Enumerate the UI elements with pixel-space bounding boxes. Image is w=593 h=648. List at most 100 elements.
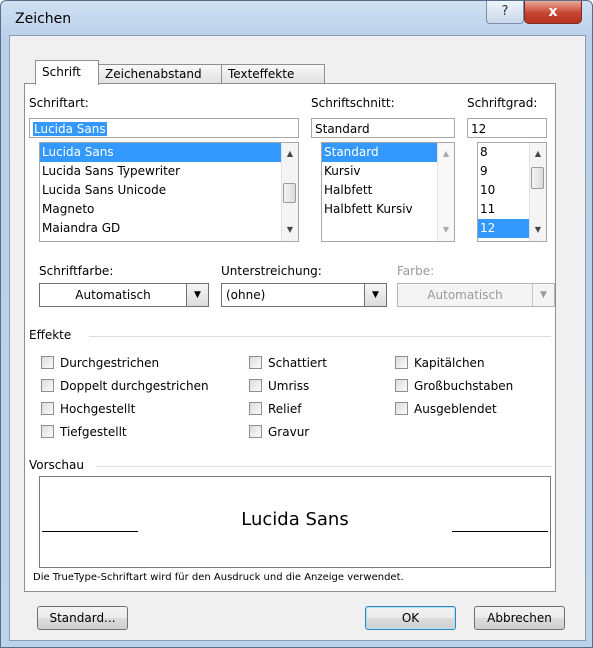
checkbox-gravur[interactable]: Gravur [249,424,309,440]
preview-text: Lucida Sans [241,509,349,530]
underline-color-select[interactable]: Automatisch ▼ [397,283,555,307]
preview-note: Die TrueType-Schriftart wird für den Aus… [33,572,404,583]
font-list-item[interactable]: Lucida Sans [40,143,298,162]
style-list-item[interactable]: Kursiv [322,162,454,181]
checkbox-schattiert[interactable]: Schattiert [249,355,327,371]
font-input-value: Lucida Sans [33,122,107,136]
style-list-item[interactable]: Halbfett Kursiv [322,200,454,219]
underline-color-label: Farbe: [397,264,435,278]
tab-zeichenabstand[interactable]: Zeichenabstand [98,64,222,84]
font-list-item[interactable]: Lucida Sans Typewriter [40,162,298,181]
help-icon: ? [501,4,509,19]
checkbox-icon [395,379,408,392]
underline-label: Unterstreichung: [221,264,322,278]
style-input[interactable]: Standard [311,118,455,138]
window-title: Zeichen [15,11,72,27]
scroll-thumb[interactable] [283,183,296,203]
cancel-button[interactable]: Abbrechen [474,606,565,630]
checkbox-label: Doppelt durchgestrichen [60,379,209,393]
preview-baseline-right [452,531,548,532]
style-list-item[interactable]: Halbfett [322,181,454,200]
checkbox-icon [395,402,408,415]
tab-panel-schrift: Schriftart: Lucida Sans Lucida Sans Lucid… [24,83,556,592]
checkbox-label: Tiefgestellt [60,425,127,439]
cancel-button-label: Abbrechen [487,611,552,625]
checkbox-icon [395,356,408,369]
effects-label: Effekte [29,328,72,342]
font-list[interactable]: Lucida Sans Lucida Sans Typewriter Lucida … [39,142,299,242]
checkbox-icon [41,356,54,369]
checkbox-label: Schattiert [268,356,327,370]
font-color-label: Schriftfarbe: [39,264,114,278]
checkbox-kapitaelchen[interactable]: Kapitälchen [395,355,485,371]
underline-color-value: Automatisch [427,288,503,302]
close-icon: x [548,4,558,20]
tab-label: Texteffekte [228,67,295,81]
checkbox-label: Umriss [268,379,310,393]
font-list-scrollbar[interactable]: ▲ ▼ [281,143,298,241]
font-list-item[interactable]: Magneto [40,200,298,219]
ok-button-label: OK [401,611,420,625]
checkbox-label: Ausgeblendet [414,402,497,416]
checkbox-label: Relief [268,402,302,416]
checkbox-ausgeblendet[interactable]: Ausgeblendet [395,401,497,417]
checkbox-umriss[interactable]: Umriss [249,378,309,394]
checkbox-doppelt-durchgestrichen[interactable]: Doppelt durchgestrichen [41,378,209,394]
checkbox-hochgestellt[interactable]: Hochgestellt [41,401,135,417]
checkbox-icon [41,402,54,415]
tab-schrift[interactable]: Schrift [35,60,99,85]
scroll-down-icon[interactable]: ▼ [282,222,298,238]
preview-baseline-left [42,531,138,532]
checkbox-grossbuchstaben[interactable]: Großbuchstaben [395,378,513,394]
checkbox-label: Gravur [268,425,310,439]
font-list-item[interactable]: Maiandra GD [40,219,298,238]
chevron-down-icon[interactable]: ▼ [532,284,554,306]
preview-label: Vorschau [29,458,84,472]
size-input-value: 12 [471,122,487,136]
group-divider [97,466,551,467]
font-list-item[interactable]: Lucida Sans Unicode [40,181,298,200]
font-color-select[interactable]: Automatisch ▼ [39,283,209,307]
size-label: Schriftgrad: [467,96,538,110]
scroll-down-icon[interactable]: ▼ [530,222,546,238]
dialog-window: Zeichen ? x Schrift Zeichenabstand Texte… [0,0,593,648]
checkbox-label: Kapitälchen [414,356,485,370]
checkbox-durchgestrichen[interactable]: Durchgestrichen [41,355,159,371]
close-button[interactable]: x [524,1,582,24]
scroll-up-icon[interactable]: ▲ [438,146,454,162]
tab-label: Schrift [42,65,81,79]
checkbox-icon [249,379,262,392]
checkbox-icon [249,425,262,438]
underline-select[interactable]: (ohne) ▼ [221,283,387,307]
tab-texteffekte[interactable]: Texteffekte [221,64,325,84]
scroll-up-icon[interactable]: ▲ [530,146,546,162]
scroll-down-icon[interactable]: ▼ [438,222,454,238]
checkbox-tiefgestellt[interactable]: Tiefgestellt [41,424,127,440]
scroll-thumb[interactable] [531,167,544,189]
chevron-down-icon[interactable]: ▼ [364,284,386,306]
font-input[interactable]: Lucida Sans [29,118,299,138]
underline-value: (ohne) [226,288,266,302]
checkbox-label: Durchgestrichen [60,356,160,370]
chevron-down-icon[interactable]: ▼ [186,284,208,306]
scroll-up-icon[interactable]: ▲ [282,146,298,162]
size-input[interactable]: 12 [467,118,547,138]
style-list[interactable]: Standard Kursiv Halbfett Halbfett Kursiv ▲ … [321,142,455,242]
font-color-value: Automatisch [75,288,151,302]
font-label: Schriftart: [29,96,89,110]
help-button[interactable]: ? [486,1,524,24]
checkbox-label: Hochgestellt [60,402,136,416]
ok-button[interactable]: OK [365,606,456,630]
checkbox-icon [249,402,262,415]
dialog-client: Schrift Zeichenabstand Texteffekte Schri… [9,35,586,641]
style-input-value: Standard [315,122,370,136]
size-list[interactable]: 8 9 10 11 12 ▲ ▼ [477,142,547,242]
checkbox-relief[interactable]: Relief [249,401,301,417]
style-list-item[interactable]: Standard [322,143,454,162]
title-bar[interactable]: Zeichen ? x [1,1,592,37]
checkbox-icon [41,425,54,438]
default-button[interactable]: Standard... [37,606,128,630]
size-list-scrollbar[interactable]: ▲ ▼ [529,143,546,241]
style-list-scrollbar[interactable]: ▲ ▼ [437,143,454,241]
preview-box: Lucida Sans [39,476,551,568]
